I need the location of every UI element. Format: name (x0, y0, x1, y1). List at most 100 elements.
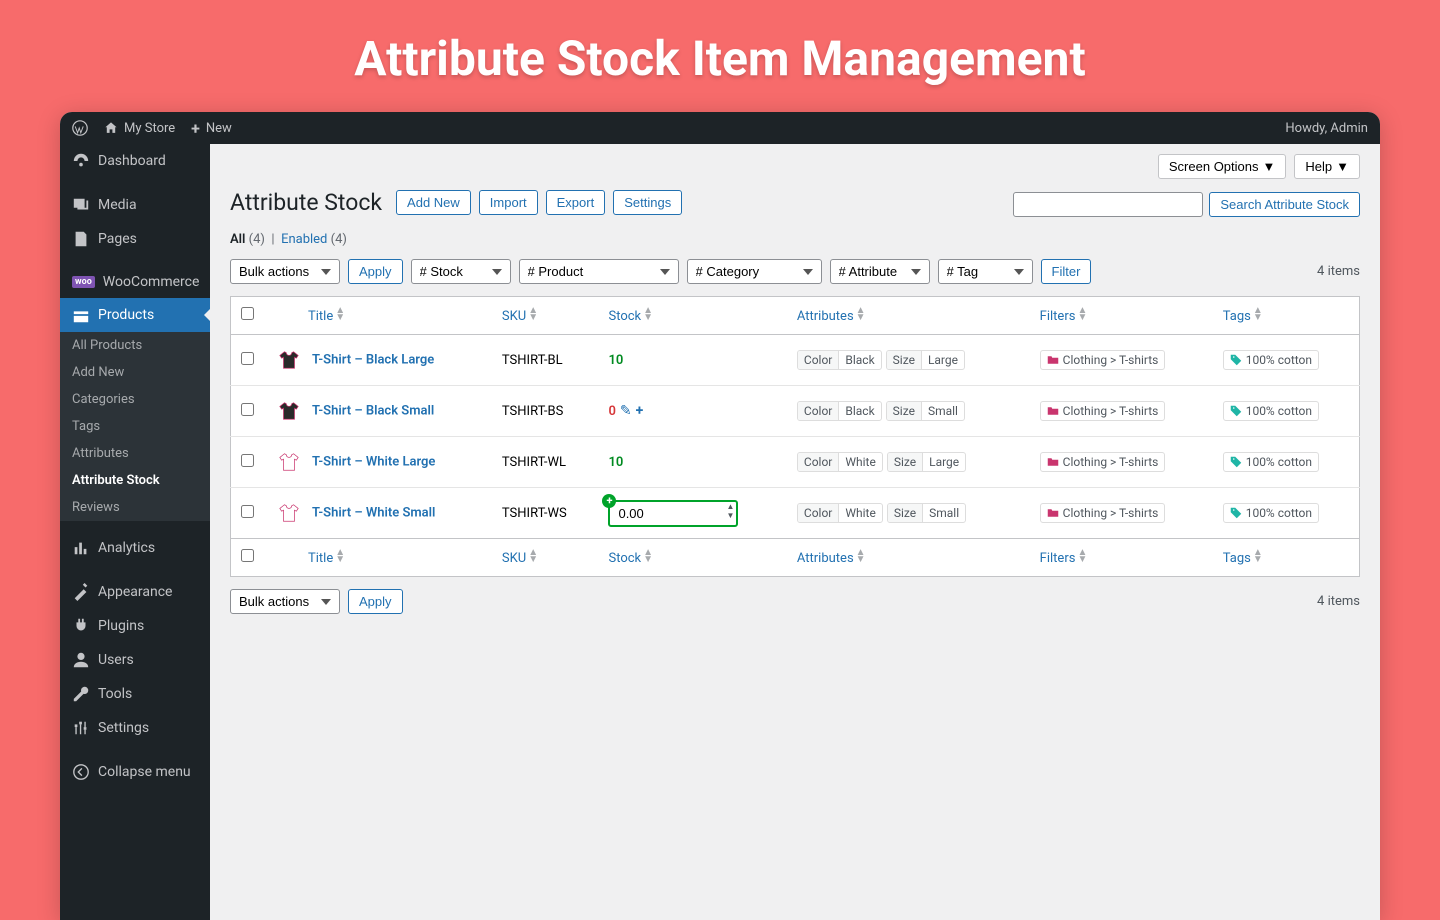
col-stock[interactable]: Stock▲▼ (608, 309, 653, 324)
search-button[interactable]: Search Attribute Stock (1209, 192, 1360, 217)
col-sku[interactable]: SKU▲▼ (502, 309, 538, 324)
col-filters[interactable]: Filters▲▼ (1040, 309, 1088, 324)
bulk-actions-select-bottom[interactable]: Bulk actions (230, 589, 340, 614)
attribute-pill[interactable]: ColorWhite (797, 503, 883, 523)
stock-value[interactable]: 10 (608, 353, 623, 368)
apply-button-bottom[interactable]: Apply (348, 589, 403, 614)
site-name: My Store (124, 121, 175, 136)
row-checkbox[interactable] (241, 403, 254, 416)
attribute-pill[interactable]: ColorBlack (797, 350, 882, 370)
wp-logo[interactable] (72, 120, 88, 136)
sidebar-item-collapse[interactable]: Collapse menu (60, 755, 210, 789)
add-new-button[interactable]: Add New (396, 190, 471, 215)
filter-chip[interactable]: Clothing > T-shirts (1040, 350, 1166, 370)
row-title-link[interactable]: T-Shirt – Black Small (312, 403, 434, 418)
sidebar-item-tools[interactable]: Tools (60, 677, 210, 711)
col-filters-foot[interactable]: Filters▲▼ (1040, 551, 1088, 566)
table-row: T-Shirt – Black SmallTSHIRT-BS0✎+ColorBl… (231, 386, 1360, 437)
row-title-link[interactable]: T-Shirt – Black Large (312, 352, 434, 367)
sub-tags[interactable]: Tags (60, 413, 210, 440)
tag-filter[interactable]: # Tag (938, 259, 1033, 284)
sidebar-item-media[interactable]: Media (60, 188, 210, 222)
tag-chip[interactable]: 100% cotton (1223, 350, 1319, 370)
select-all-checkbox[interactable] (241, 307, 254, 320)
col-tags[interactable]: Tags▲▼ (1223, 309, 1263, 324)
filter-chip[interactable]: Clothing > T-shirts (1040, 452, 1166, 472)
attribute-filter[interactable]: # Attribute (830, 259, 930, 284)
col-stock-foot[interactable]: Stock▲▼ (608, 551, 653, 566)
apply-button[interactable]: Apply (348, 259, 403, 284)
col-tags-foot[interactable]: Tags▲▼ (1223, 551, 1263, 566)
col-title-foot[interactable]: Title▲▼ (308, 551, 345, 566)
col-attributes[interactable]: Attributes▲▼ (797, 309, 866, 324)
row-title-link[interactable]: T-Shirt – White Large (312, 454, 435, 469)
tag-chip[interactable]: 100% cotton (1223, 401, 1319, 421)
sub-attribute-stock[interactable]: Attribute Stock (60, 467, 210, 494)
sidebar-item-users[interactable]: Users (60, 643, 210, 677)
sub-categories[interactable]: Categories (60, 386, 210, 413)
select-all-checkbox-foot[interactable] (241, 549, 254, 562)
sidebar: Dashboard Media Pages woo WooCommerce Pr… (60, 144, 210, 920)
attribute-pill[interactable]: SizeSmall (887, 503, 966, 523)
bulk-actions-select[interactable]: Bulk actions (230, 259, 340, 284)
col-title[interactable]: Title▲▼ (308, 309, 345, 324)
stock-value[interactable]: 0 (608, 404, 615, 419)
settings-button[interactable]: Settings (613, 190, 682, 215)
plus-badge-icon[interactable]: + (602, 494, 616, 508)
col-sku-foot[interactable]: SKU▲▼ (502, 551, 538, 566)
sidebar-label: Products (98, 307, 154, 323)
sidebar-item-pages[interactable]: Pages (60, 222, 210, 256)
attribute-pill[interactable]: SizeSmall (886, 401, 965, 421)
sidebar-item-plugins[interactable]: Plugins (60, 609, 210, 643)
row-title-link[interactable]: T-Shirt – White Small (312, 505, 435, 520)
sidebar-item-products[interactable]: Products (60, 298, 210, 332)
filter-button[interactable]: Filter (1041, 259, 1092, 284)
sidebar-item-appearance[interactable]: Appearance (60, 575, 210, 609)
pencil-icon[interactable]: ✎ (620, 403, 632, 419)
tag-chip[interactable]: 100% cotton (1223, 503, 1319, 523)
tag-chip[interactable]: 100% cotton (1223, 452, 1319, 472)
filter-chip[interactable]: Clothing > T-shirts (1040, 503, 1166, 523)
sidebar-item-dashboard[interactable]: Dashboard (60, 144, 210, 178)
view-enabled[interactable]: Enabled (4) (281, 232, 347, 247)
row-checkbox[interactable] (241, 505, 254, 518)
stock-input[interactable] (608, 500, 738, 527)
sidebar-label: Pages (98, 231, 137, 247)
tag-text: 100% cotton (1246, 404, 1312, 418)
stock-spinner[interactable]: ▲▼ (727, 502, 735, 520)
attribute-pill[interactable]: ColorBlack (797, 401, 882, 421)
sub-reviews[interactable]: Reviews (60, 494, 210, 521)
site-name-link[interactable]: My Store (104, 121, 175, 136)
dashboard-icon (72, 152, 90, 170)
sidebar-label: Tools (98, 686, 132, 702)
sidebar-item-settings[interactable]: Settings (60, 711, 210, 745)
help-button[interactable]: Help ▼ (1294, 154, 1360, 179)
greeting[interactable]: Howdy, Admin (1285, 121, 1368, 136)
category-filter[interactable]: # Category (687, 259, 822, 284)
screen-options-button[interactable]: Screen Options ▼ (1158, 154, 1286, 179)
row-checkbox[interactable] (241, 454, 254, 467)
stock-filter[interactable]: # Stock (411, 259, 511, 284)
product-thumb (274, 396, 304, 426)
sidebar-label: Dashboard (98, 153, 166, 169)
row-checkbox[interactable] (241, 352, 254, 365)
sidebar-item-analytics[interactable]: Analytics (60, 531, 210, 565)
search-input[interactable] (1013, 192, 1203, 217)
new-link[interactable]: + New (191, 119, 232, 138)
stock-value[interactable]: 10 (608, 455, 623, 470)
export-button[interactable]: Export (546, 190, 606, 215)
sku-cell: TSHIRT-WL (492, 437, 599, 488)
col-attributes-foot[interactable]: Attributes▲▼ (797, 551, 866, 566)
attribute-pill[interactable]: SizeLarge (886, 350, 965, 370)
attribute-pill[interactable]: SizeLarge (887, 452, 966, 472)
attribute-pill[interactable]: ColorWhite (797, 452, 883, 472)
plus-icon[interactable]: + (636, 403, 644, 419)
sub-all-products[interactable]: All Products (60, 332, 210, 359)
import-button[interactable]: Import (479, 190, 538, 215)
sub-attributes[interactable]: Attributes (60, 440, 210, 467)
sub-add-new[interactable]: Add New (60, 359, 210, 386)
sidebar-item-woocommerce[interactable]: woo WooCommerce (60, 266, 210, 298)
view-all[interactable]: All (4) (230, 232, 265, 247)
product-filter[interactable]: # Product (519, 259, 679, 284)
filter-chip[interactable]: Clothing > T-shirts (1040, 401, 1166, 421)
